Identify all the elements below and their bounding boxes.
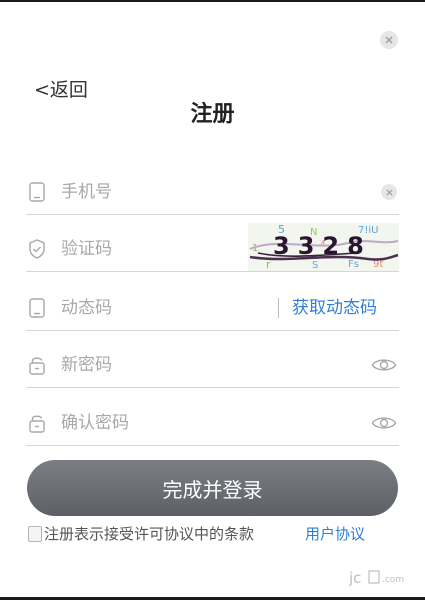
password-field bbox=[26, 343, 399, 388]
close-icon bbox=[385, 36, 393, 44]
eye-icon[interactable] bbox=[371, 412, 397, 434]
window-top-border bbox=[0, 0, 425, 2]
phone-icon bbox=[29, 298, 45, 318]
password-input[interactable] bbox=[61, 351, 261, 379]
submit-button[interactable]: 完成并登录 bbox=[27, 460, 398, 516]
user-agreement-link[interactable]: 用户协议 bbox=[305, 524, 365, 544]
svg-text:Fs: Fs bbox=[348, 259, 359, 270]
page-title: 注册 bbox=[190, 102, 235, 127]
confirm-password-field bbox=[26, 401, 399, 446]
captcha-text: 3328 bbox=[273, 232, 372, 260]
captcha-input[interactable] bbox=[61, 235, 261, 263]
phone-input[interactable] bbox=[61, 178, 261, 206]
clear-phone-button[interactable] bbox=[381, 184, 397, 200]
phone-field bbox=[26, 170, 399, 215]
back-link[interactable]: <返回 bbox=[34, 78, 88, 102]
shield-icon bbox=[29, 239, 45, 259]
sms-code-input[interactable] bbox=[61, 294, 261, 322]
captcha-image[interactable]: 5 N 7!iU 1 4 Fs 9t r S 3328 bbox=[248, 223, 399, 271]
sms-code-field: 获取动态码 bbox=[26, 286, 399, 331]
lock-icon bbox=[29, 357, 45, 375]
close-button[interactable] bbox=[380, 31, 398, 49]
svg-text:jc: jc bbox=[349, 569, 361, 587]
field-divider bbox=[278, 298, 279, 318]
watermark-logo: jc .com bbox=[349, 569, 404, 587]
svg-text:S: S bbox=[312, 260, 318, 271]
clear-icon bbox=[385, 188, 393, 196]
get-code-button[interactable]: 获取动态码 bbox=[292, 296, 377, 320]
lock-icon bbox=[29, 415, 45, 433]
confirm-password-input[interactable] bbox=[61, 409, 261, 437]
captcha-field: 5 N 7!iU 1 4 Fs 9t r S 3328 bbox=[26, 223, 399, 272]
agreement-row: 注册表示接受许可协议中的条款 用户协议 bbox=[27, 524, 407, 546]
svg-text:r: r bbox=[266, 258, 271, 271]
svg-text:.com: .com bbox=[382, 575, 404, 585]
agreement-checkbox[interactable] bbox=[28, 526, 42, 542]
eye-icon[interactable] bbox=[371, 354, 397, 376]
agreement-text: 注册表示接受许可协议中的条款 bbox=[44, 525, 255, 543]
phone-icon bbox=[29, 182, 45, 202]
